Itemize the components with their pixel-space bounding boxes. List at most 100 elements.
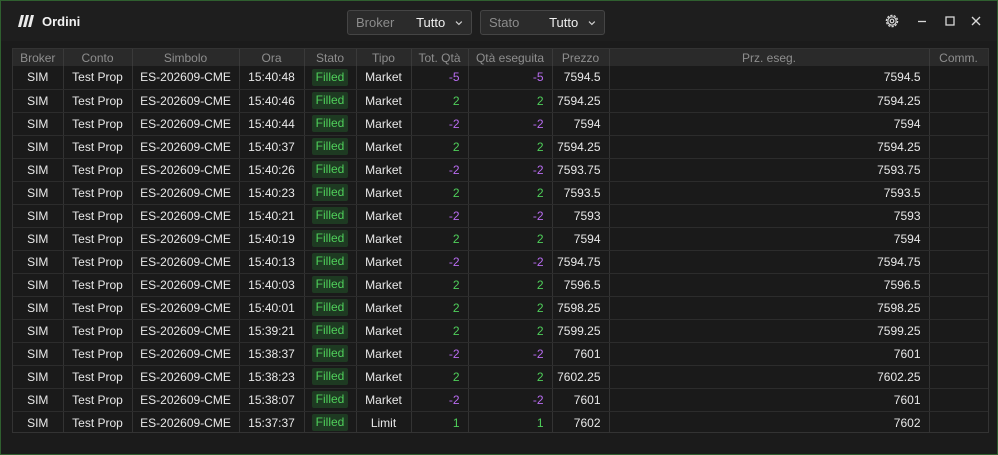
- cell-simbolo: ES-202609-CME: [132, 319, 240, 343]
- cell-conto: Test Prop: [63, 158, 133, 182]
- cell-qta-eseguita: 2: [468, 296, 553, 320]
- cell-tot-qta: -2: [411, 342, 469, 366]
- cell-tipo: Market: [356, 204, 412, 228]
- table-row[interactable]: SIM Test Prop ES-202609-CME 15:40:23 Filled M…: [13, 181, 988, 205]
- table-header-row: Broker Conto Simbolo Ora Stato Tipo Tot.…: [13, 49, 988, 66]
- cell-prezzo: 7594: [552, 227, 610, 251]
- cell-comm: [929, 296, 988, 320]
- col-header-tipo[interactable]: Tipo: [356, 49, 412, 66]
- cell-ora: 15:40:19: [239, 227, 305, 251]
- status-badge: Filled: [311, 299, 349, 316]
- cell-tipo: Limit: [356, 411, 412, 432]
- cell-comm: [929, 112, 988, 136]
- cell-broker: SIM: [13, 158, 64, 182]
- cell-conto: Test Prop: [63, 296, 133, 320]
- cell-tot-qta: 2: [411, 135, 469, 159]
- col-header-ora[interactable]: Ora: [239, 49, 305, 66]
- cell-qta-eseguita: 2: [468, 181, 553, 205]
- cell-simbolo: ES-202609-CME: [132, 388, 240, 412]
- cell-comm: [929, 319, 988, 343]
- cell-simbolo: ES-202609-CME: [132, 296, 240, 320]
- cell-prz-eseg: 7596.5: [609, 273, 930, 297]
- table-row[interactable]: SIM Test Prop ES-202609-CME 15:40:26 Filled M…: [13, 158, 988, 182]
- table-row[interactable]: SIM Test Prop ES-202609-CME 15:40:21 Filled M…: [13, 204, 988, 228]
- cell-tot-qta: -2: [411, 388, 469, 412]
- cell-simbolo: ES-202609-CME: [132, 227, 240, 251]
- status-badge: Filled: [311, 230, 349, 247]
- cell-comm: [929, 66, 988, 90]
- cell-comm: [929, 250, 988, 274]
- col-header-comm[interactable]: Comm.: [929, 49, 988, 66]
- cell-conto: Test Prop: [63, 181, 133, 205]
- cell-broker: SIM: [13, 365, 64, 389]
- cell-conto: Test Prop: [63, 342, 133, 366]
- cell-ora: 15:40:46: [239, 89, 305, 113]
- table-row[interactable]: SIM Test Prop ES-202609-CME 15:40:13 Filled M…: [13, 250, 988, 274]
- cell-comm: [929, 158, 988, 182]
- col-header-qta-eseguita[interactable]: Qtà eseguita: [468, 49, 553, 66]
- table-row[interactable]: SIM Test Prop ES-202609-CME 15:38:37 Filled M…: [13, 342, 988, 366]
- cell-prz-eseg: 7593: [609, 204, 930, 228]
- col-header-prz-eseg[interactable]: Prz. eseg.: [609, 49, 930, 66]
- broker-filter-dropdown[interactable]: Broker Tutto: [347, 10, 472, 35]
- cell-prz-eseg: 7594: [609, 112, 930, 136]
- stato-filter-dropdown[interactable]: Stato Tutto: [480, 10, 605, 35]
- col-header-simbolo[interactable]: Simbolo: [132, 49, 240, 66]
- table-row[interactable]: SIM Test Prop ES-202609-CME 15:37:37 Filled L…: [13, 411, 988, 432]
- col-header-broker[interactable]: Broker: [13, 49, 64, 66]
- chevron-down-icon: [455, 20, 463, 25]
- status-badge: Filled: [311, 184, 349, 201]
- table-row[interactable]: SIM Test Prop ES-202609-CME 15:40:19 Filled M…: [13, 227, 988, 251]
- cell-ora: 15:38:23: [239, 365, 305, 389]
- cell-conto: Test Prop: [63, 319, 133, 343]
- cell-qta-eseguita: 2: [468, 273, 553, 297]
- minimize-icon[interactable]: [914, 13, 930, 29]
- col-header-prezzo[interactable]: Prezzo: [552, 49, 610, 66]
- table-row[interactable]: SIM Test Prop ES-202609-CME 15:40:46 Filled M…: [13, 89, 988, 113]
- cell-prezzo: 7599.25: [552, 319, 610, 343]
- col-header-stato[interactable]: Stato: [304, 49, 357, 66]
- col-header-tot-qta[interactable]: Tot. Qtà: [411, 49, 469, 66]
- cell-prz-eseg: 7599.25: [609, 319, 930, 343]
- cell-tipo: Market: [356, 250, 412, 274]
- maximize-icon[interactable]: [942, 13, 958, 29]
- col-header-conto[interactable]: Conto: [63, 49, 133, 66]
- cell-tipo: Market: [356, 181, 412, 205]
- cell-stato: Filled: [304, 227, 357, 251]
- table-row[interactable]: SIM Test Prop ES-202609-CME 15:40:01 Filled M…: [13, 296, 988, 320]
- status-badge: Filled: [311, 414, 349, 431]
- cell-broker: SIM: [13, 319, 64, 343]
- stato-filter-value: Tutto: [549, 15, 579, 30]
- cell-comm: [929, 204, 988, 228]
- table-row[interactable]: SIM Test Prop ES-202609-CME 15:40:44 Filled M…: [13, 112, 988, 136]
- cell-conto: Test Prop: [63, 89, 133, 113]
- cell-tot-qta: 2: [411, 89, 469, 113]
- cell-ora: 15:40:44: [239, 112, 305, 136]
- cell-tot-qta: -2: [411, 204, 469, 228]
- status-badge: Filled: [311, 276, 349, 293]
- cell-prezzo: 7601: [552, 342, 610, 366]
- cell-qta-eseguita: -2: [468, 158, 553, 182]
- broker-filter-label: Broker: [356, 15, 395, 30]
- cell-comm: [929, 388, 988, 412]
- table-row[interactable]: SIM Test Prop ES-202609-CME 15:38:07 Filled M…: [13, 388, 988, 412]
- cell-prz-eseg: 7594.25: [609, 135, 930, 159]
- cell-tipo: Market: [356, 112, 412, 136]
- table-row[interactable]: SIM Test Prop ES-202609-CME 15:40:48 Filled M…: [13, 66, 988, 90]
- cell-conto: Test Prop: [63, 250, 133, 274]
- cell-simbolo: ES-202609-CME: [132, 158, 240, 182]
- gear-icon[interactable]: [884, 13, 900, 29]
- status-badge: Filled: [311, 345, 349, 362]
- cell-prz-eseg: 7593.5: [609, 181, 930, 205]
- status-badge: Filled: [311, 92, 349, 109]
- close-icon[interactable]: [968, 13, 984, 29]
- table-row[interactable]: SIM Test Prop ES-202609-CME 15:40:37 Filled M…: [13, 135, 988, 159]
- cell-ora: 15:40:26: [239, 158, 305, 182]
- table-row[interactable]: SIM Test Prop ES-202609-CME 15:39:21 Filled M…: [13, 319, 988, 343]
- cell-tot-qta: 2: [411, 319, 469, 343]
- table-row[interactable]: SIM Test Prop ES-202609-CME 15:38:23 Filled M…: [13, 365, 988, 389]
- stato-filter-label: Stato: [489, 15, 520, 30]
- table-row[interactable]: SIM Test Prop ES-202609-CME 15:40:03 Filled M…: [13, 273, 988, 297]
- cell-prezzo: 7593.5: [552, 181, 610, 205]
- cell-broker: SIM: [13, 296, 64, 320]
